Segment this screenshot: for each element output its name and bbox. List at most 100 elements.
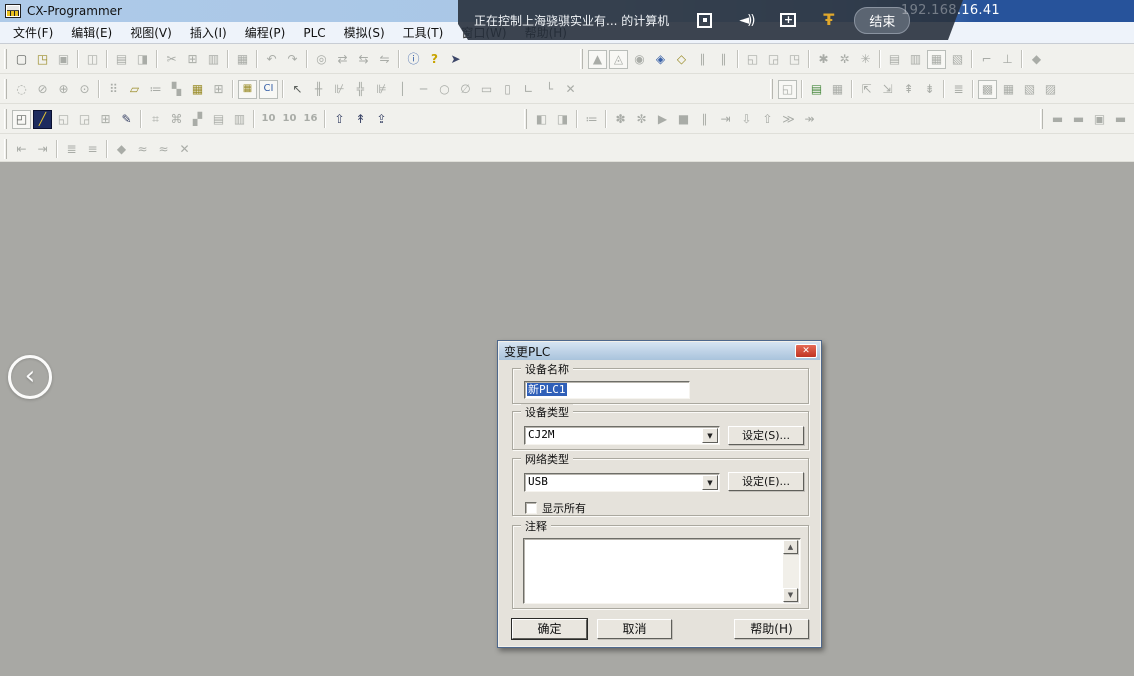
sim-step-in-icon[interactable]: ⇩ — [737, 110, 756, 129]
new-file-icon[interactable]: ▢ — [12, 50, 31, 69]
output-window-icon[interactable]: ◱ — [54, 110, 73, 129]
decimal-icon[interactable]: 10 — [259, 110, 278, 129]
select-tool-icon[interactable]: ↖ — [288, 80, 307, 99]
differentiate-up-icon[interactable]: ⌐ — [977, 50, 996, 69]
watch-sheet-icon[interactable]: ≔ — [582, 110, 601, 129]
toolbar-grip[interactable] — [4, 79, 7, 99]
style-brush-icon[interactable]: ◆ — [112, 140, 131, 159]
dialog-title-bar[interactable]: 变更PLC ✕ — [499, 342, 820, 360]
watch-window-icon[interactable]: ◲ — [75, 110, 94, 129]
memory-fill-icon[interactable]: ▣ — [1090, 110, 1109, 129]
grid-icon[interactable]: ⠿ — [104, 80, 123, 99]
toolbar-grip[interactable] — [4, 139, 7, 159]
fullscreen-icon[interactable] — [697, 13, 712, 28]
browse-tree-icon[interactable]: ≣ — [949, 80, 968, 99]
toolbar-grip[interactable] — [4, 109, 7, 129]
function-block-icon[interactable]: ∟ — [519, 80, 538, 99]
contact-closed-icon[interactable]: ⊮ — [330, 80, 349, 99]
sim-run-icon[interactable]: ▶ — [653, 110, 672, 129]
context-help-icon[interactable]: ➤ — [446, 50, 465, 69]
cross-reference-icon[interactable]: ⊞ — [209, 80, 228, 99]
device-online-icon[interactable]: ◈ — [651, 50, 670, 69]
monitor-view-icon[interactable]: ▨ — [1041, 80, 1060, 99]
transfer-from-plc-icon[interactable]: ↟ — [351, 110, 370, 129]
print-icon[interactable]: ▤ — [112, 50, 131, 69]
rung-wrap-icon[interactable]: ◱ — [778, 80, 797, 99]
undo-icon[interactable]: ↶ — [262, 50, 281, 69]
statement-list-icon[interactable]: ≔ — [146, 80, 165, 99]
contact-or-closed-icon[interactable]: ⊯ — [372, 80, 391, 99]
monitor-mode-icon[interactable]: ◬ — [609, 50, 628, 69]
style-clear-icon[interactable]: ✕ — [175, 140, 194, 159]
copy-icon[interactable]: ⊞ — [183, 50, 202, 69]
ok-button[interactable]: 确定 — [512, 619, 587, 639]
contact-open-icon[interactable]: ╫ — [309, 80, 328, 99]
find-window-icon[interactable]: ⇆ — [354, 50, 373, 69]
goto-output-icon[interactable]: ⇲ — [878, 80, 897, 99]
memory-bar2-icon[interactable]: ▬ — [1069, 110, 1088, 129]
online-edit-send-icon[interactable]: ✽ — [611, 110, 630, 129]
monitor-box-icon[interactable]: ▩ — [978, 80, 997, 99]
line-connect-icon[interactable]: └ — [540, 80, 559, 99]
close-icon[interactable]: ✕ — [795, 344, 817, 358]
address-window-icon[interactable]: ⊞ — [96, 110, 115, 129]
data-trace-icon[interactable]: ▤ — [209, 110, 228, 129]
scroll-down-icon[interactable]: ▼ — [783, 588, 798, 602]
open-file-icon[interactable]: ◳ — [33, 50, 52, 69]
goto-next-address-icon[interactable]: ⇞ — [899, 80, 918, 99]
preview-window-icon[interactable]: ◫ — [83, 50, 102, 69]
find-icon[interactable]: ◎ — [312, 50, 331, 69]
program-transfer-icon[interactable]: ◲ — [764, 50, 783, 69]
goto-prev-address-icon[interactable]: ⇟ — [920, 80, 939, 99]
monitor-check-icon[interactable]: ▧ — [1020, 80, 1039, 99]
show-all-checkbox[interactable] — [525, 502, 537, 514]
ci-window-icon[interactable]: CI — [259, 80, 278, 99]
memory-bar-icon[interactable]: ▬ — [1048, 110, 1067, 129]
toolbar-grip[interactable] — [580, 49, 583, 69]
style-percent2-icon[interactable]: ≈ — [154, 140, 173, 159]
sim-pause-icon[interactable]: ∥ — [695, 110, 714, 129]
paste-special-icon[interactable]: ▦ — [233, 50, 252, 69]
device-type-combo[interactable]: CJ2M ▼ — [524, 426, 720, 445]
comment-textarea[interactable]: ▲ ▼ — [523, 538, 801, 604]
info-icon[interactable]: ⓘ — [404, 50, 423, 69]
pause-monitor-icon[interactable]: ∥ — [693, 50, 712, 69]
special-unit-icon[interactable]: ⌘ — [167, 110, 186, 129]
memory-edit-icon[interactable]: ▥ — [906, 50, 925, 69]
force-on-icon[interactable]: ✱ — [814, 50, 833, 69]
zoom-out-icon[interactable]: ⊘ — [33, 80, 52, 99]
pause-icon[interactable]: ∥ — [714, 50, 733, 69]
menu-item-view[interactable]: 视图(V) — [121, 22, 181, 43]
zoom-fit-icon[interactable]: ⊙ — [75, 80, 94, 99]
save-icon[interactable]: ▣ — [54, 50, 73, 69]
redo-icon[interactable]: ↷ — [283, 50, 302, 69]
online-find-icon[interactable]: ◉ — [630, 50, 649, 69]
goto-input-icon[interactable]: ⇱ — [857, 80, 876, 99]
chevron-down-icon[interactable]: ▼ — [702, 428, 718, 443]
memory-transfer-icon[interactable]: ▧ — [948, 50, 967, 69]
sim-step-out-icon[interactable]: ⇧ — [758, 110, 777, 129]
edge-partial-icon[interactable]: ◆ — [1027, 50, 1046, 69]
toolbar-grip[interactable] — [770, 79, 773, 99]
window-cascade-icon[interactable]: ◨ — [553, 110, 572, 129]
force-off-icon[interactable]: ✲ — [835, 50, 854, 69]
memory-monitor-icon[interactable]: ▦ — [927, 50, 946, 69]
coil-closed-icon[interactable]: ∅ — [456, 80, 475, 99]
sim-to-end-icon[interactable]: ↠ — [800, 110, 819, 129]
style-percent-icon[interactable]: ≈ — [133, 140, 152, 159]
print-preview-icon[interactable]: ◨ — [133, 50, 152, 69]
online-edit-cancel-icon[interactable]: ✼ — [632, 110, 651, 129]
build-hammer-icon[interactable]: ╱ — [33, 110, 52, 129]
menu-item-program[interactable]: 编程(P) — [236, 22, 295, 43]
transfer-online-icon[interactable]: ◇ — [672, 50, 691, 69]
paste-icon[interactable]: ▥ — [204, 50, 223, 69]
network-type-settings-button[interactable]: 设定(E)... — [728, 472, 804, 491]
menu-item-file[interactable]: 文件(F) — [4, 22, 62, 43]
align-top-icon[interactable]: ≡ — [83, 140, 102, 159]
watch-film-icon[interactable]: ▦ — [188, 80, 207, 99]
menu-item-tools[interactable]: 工具(T) — [394, 22, 453, 43]
device-type-settings-button[interactable]: 设定(S)... — [728, 426, 804, 445]
force-cancel-icon[interactable]: ✳ — [856, 50, 875, 69]
instruction-detail-icon[interactable]: ▯ — [498, 80, 517, 99]
device-name-input[interactable]: 新PLC1 — [524, 381, 690, 399]
